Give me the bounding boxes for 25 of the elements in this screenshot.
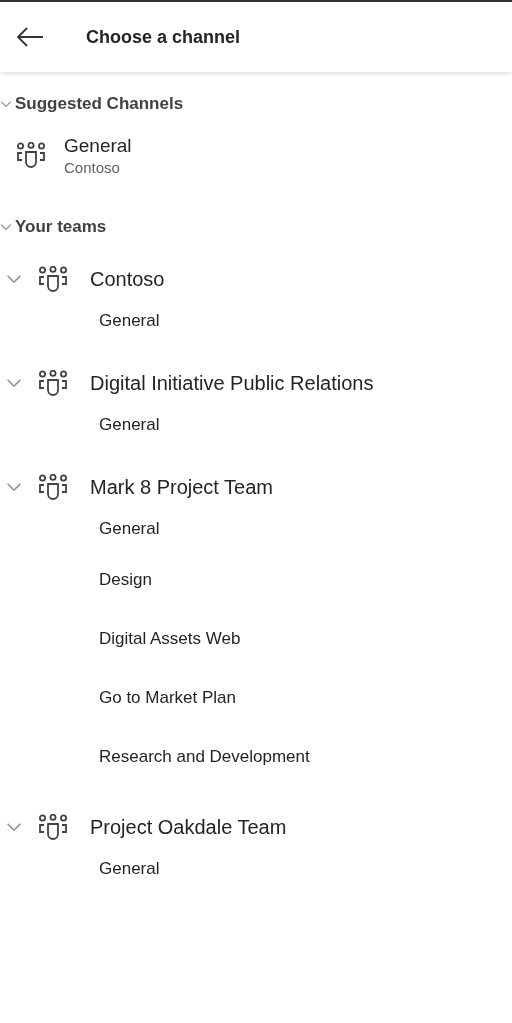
channel-name[interactable]: General	[99, 519, 160, 539]
channel-name[interactable]: Design	[99, 569, 152, 590]
team-icon	[38, 814, 68, 840]
back-arrow-icon[interactable]	[16, 27, 44, 47]
channel-name[interactable]: Research and Development	[99, 746, 310, 767]
team-icon	[38, 370, 68, 396]
team-icon	[38, 266, 68, 292]
section-heading: Suggested Channels	[15, 94, 184, 114]
section-heading: Your teams	[15, 217, 107, 237]
chevron-icon[interactable]	[0, 221, 12, 233]
team-icon	[16, 142, 46, 168]
team-icon	[38, 474, 68, 500]
page-title: Choose a channel	[86, 26, 241, 48]
team-name: Contoso	[64, 158, 121, 176]
channel-name[interactable]: Digital Assets Web	[99, 628, 241, 649]
team-name[interactable]: Digital Initiative Public Relations	[90, 371, 374, 395]
chevron-icon[interactable]	[0, 98, 12, 110]
channel-name[interactable]: General	[99, 859, 160, 879]
team-name[interactable]: Contoso	[90, 267, 165, 291]
channel-name[interactable]: General	[64, 134, 132, 157]
channel-name[interactable]: General	[99, 415, 160, 435]
channel-name[interactable]: General	[99, 311, 160, 331]
channel-name[interactable]: Go to Market Plan	[99, 687, 236, 708]
team-name[interactable]: Project Oakdale Team	[90, 815, 287, 839]
team-name[interactable]: Mark 8 Project Team	[90, 475, 274, 499]
